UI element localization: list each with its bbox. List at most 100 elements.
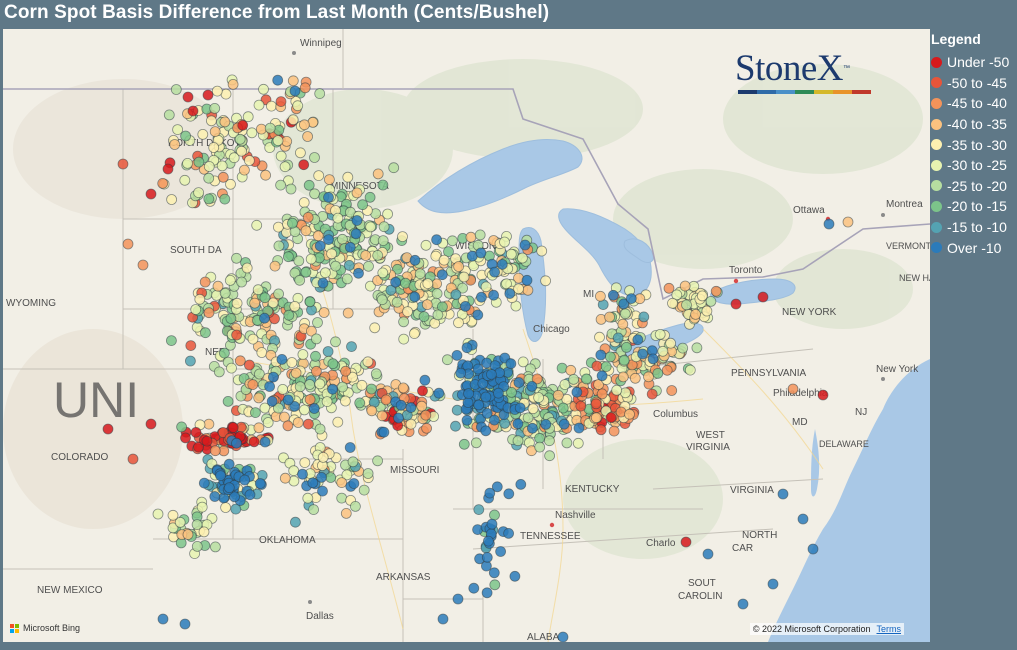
basis-point[interactable] — [169, 139, 181, 150]
basis-point[interactable] — [298, 404, 310, 416]
basis-point[interactable] — [298, 197, 310, 208]
basis-point[interactable] — [475, 291, 487, 303]
basis-point[interactable] — [461, 414, 473, 426]
basis-point[interactable] — [318, 307, 330, 318]
basis-point[interactable] — [787, 383, 799, 395]
basis-point[interactable] — [496, 258, 508, 270]
basis-point[interactable] — [180, 432, 191, 444]
basis-point[interactable] — [122, 238, 134, 250]
basis-point[interactable] — [276, 353, 288, 365]
basis-point[interactable] — [459, 300, 471, 312]
basis-point[interactable] — [208, 142, 220, 153]
basis-point[interactable] — [336, 477, 348, 489]
basis-point[interactable] — [533, 392, 544, 403]
basis-point[interactable] — [485, 368, 497, 380]
basis-point[interactable] — [366, 405, 378, 417]
basis-point[interactable] — [226, 362, 237, 374]
basis-point[interactable] — [201, 435, 213, 447]
basis-point[interactable] — [279, 472, 291, 484]
basis-point[interactable] — [370, 368, 382, 380]
basis-point[interactable] — [472, 363, 484, 375]
basis-point[interactable] — [198, 477, 210, 489]
basis-point[interactable] — [594, 331, 605, 343]
basis-point[interactable] — [595, 290, 606, 302]
basis-point[interactable] — [365, 221, 377, 233]
basis-point[interactable] — [432, 309, 444, 321]
basis-point[interactable] — [273, 288, 285, 300]
basis-point[interactable] — [342, 171, 354, 183]
basis-point[interactable] — [299, 457, 311, 469]
basis-point[interactable] — [325, 472, 337, 483]
basis-point[interactable] — [481, 587, 493, 599]
basis-point[interactable] — [376, 410, 388, 422]
basis-point[interactable] — [646, 388, 658, 400]
basis-point[interactable] — [702, 548, 714, 560]
basis-point[interactable] — [632, 334, 644, 346]
basis-point[interactable] — [239, 474, 251, 486]
basis-point[interactable] — [591, 360, 603, 372]
basis-point[interactable] — [340, 365, 352, 377]
basis-point[interactable] — [348, 478, 360, 489]
basis-point[interactable] — [260, 169, 272, 181]
basis-point[interactable] — [203, 418, 215, 430]
basis-point[interactable] — [377, 267, 389, 279]
basis-point[interactable] — [568, 373, 579, 385]
basis-point[interactable] — [267, 371, 279, 383]
basis-point[interactable] — [638, 311, 650, 323]
basis-point[interactable] — [489, 266, 501, 278]
basis-point[interactable] — [166, 194, 178, 205]
basis-point[interactable] — [420, 239, 432, 251]
basis-point[interactable] — [398, 316, 410, 328]
basis-point[interactable] — [390, 276, 402, 288]
basis-point[interactable] — [517, 356, 529, 368]
basis-point[interactable] — [690, 308, 701, 320]
basis-point[interactable] — [248, 436, 260, 448]
basis-point[interactable] — [343, 259, 355, 271]
basis-point[interactable] — [309, 152, 320, 163]
basis-point[interactable] — [680, 536, 692, 548]
basis-point[interactable] — [218, 347, 230, 359]
basis-point[interactable] — [209, 491, 221, 502]
basis-point[interactable] — [289, 300, 301, 312]
basis-point[interactable] — [322, 346, 334, 357]
basis-point[interactable] — [275, 96, 287, 107]
basis-point[interactable] — [314, 423, 326, 435]
basis-point[interactable] — [527, 422, 538, 434]
basis-point[interactable] — [590, 412, 602, 424]
basis-point[interactable] — [319, 267, 331, 279]
legend-item[interactable]: -35 to -30 — [931, 134, 1017, 155]
basis-point[interactable] — [393, 412, 404, 424]
basis-point[interactable] — [145, 418, 157, 430]
basis-point[interactable] — [438, 254, 450, 266]
basis-point[interactable] — [573, 422, 585, 434]
basis-point[interactable] — [297, 349, 309, 360]
basis-point[interactable] — [431, 288, 443, 300]
basis-point[interactable] — [287, 114, 299, 126]
basis-point[interactable] — [503, 488, 515, 500]
basis-point[interactable] — [378, 221, 390, 233]
basis-point[interactable] — [552, 389, 564, 401]
basis-point[interactable] — [302, 131, 314, 142]
basis-point[interactable] — [730, 298, 742, 310]
basis-point[interactable] — [179, 618, 191, 630]
basis-point[interactable] — [611, 384, 623, 396]
basis-point[interactable] — [575, 400, 587, 412]
basis-point[interactable] — [137, 259, 149, 271]
basis-point[interactable] — [486, 518, 498, 530]
basis-point[interactable] — [157, 177, 169, 189]
basis-point[interactable] — [571, 386, 583, 398]
basis-point[interactable] — [418, 311, 430, 323]
basis-point[interactable] — [236, 276, 248, 288]
basis-point[interactable] — [437, 613, 449, 625]
basis-point[interactable] — [209, 445, 221, 457]
basis-point[interactable] — [293, 255, 305, 267]
basis-point[interactable] — [619, 308, 631, 320]
basis-point[interactable] — [441, 354, 453, 366]
basis-point[interactable] — [316, 471, 327, 483]
basis-point[interactable] — [220, 502, 232, 513]
basis-point[interactable] — [196, 501, 208, 513]
basis-point[interactable] — [225, 313, 237, 324]
basis-point[interactable] — [287, 75, 299, 87]
basis-point[interactable] — [667, 297, 678, 309]
basis-point[interactable] — [600, 361, 612, 373]
